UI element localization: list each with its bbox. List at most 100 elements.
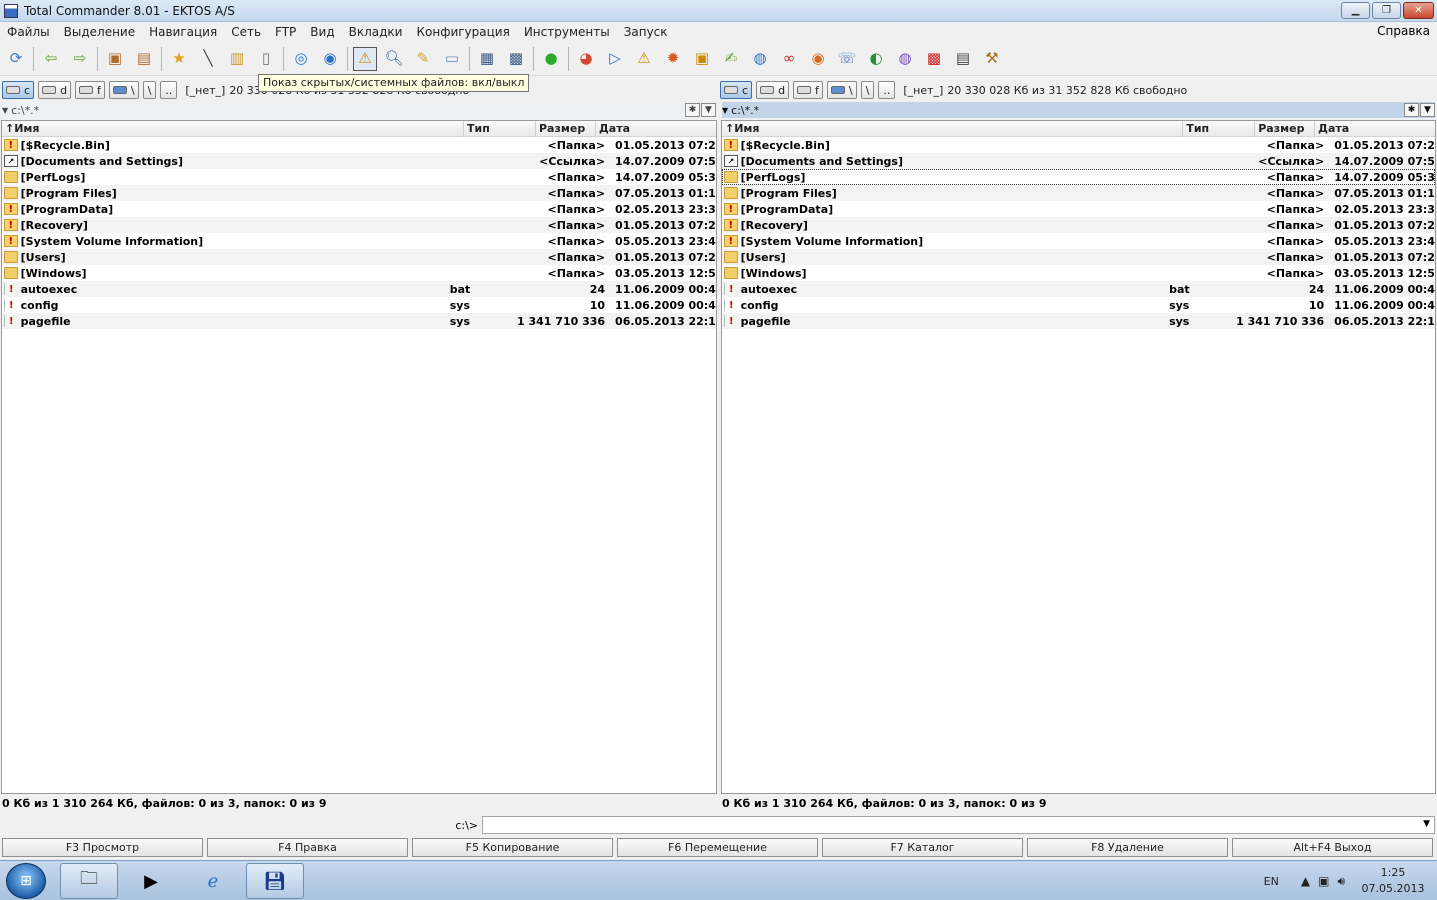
menu-tabs[interactable]: Вкладки [342, 25, 410, 39]
right-col-date[interactable]: Дата [1315, 121, 1435, 137]
right-up-button[interactable]: .. [878, 81, 896, 99]
f8-delete-button[interactable]: F8 Удаление [1027, 838, 1228, 857]
torrent-icon[interactable]: ◐ [864, 47, 888, 71]
f4-edit-button[interactable]: F4 Правка [207, 838, 408, 857]
refresh-icon[interactable]: ⟳ [4, 47, 28, 71]
file-row[interactable]: [PerfLogs] <Папка> 14.07.2009 05:37 [2, 169, 716, 185]
left-hotlist-dropdown-icon[interactable]: ▼ [701, 103, 716, 117]
internet-explorer-taskbar-icon[interactable]: ℯ [184, 863, 242, 899]
left-col-date[interactable]: Дата [596, 121, 716, 137]
left-path-bar[interactable]: ▼ c:\*.* ✱ ▼ [2, 102, 716, 118]
green-circle-icon[interactable]: ● [539, 47, 563, 71]
command-input[interactable]: ▼ [482, 816, 1435, 834]
right-col-name[interactable]: ↑Имя [722, 121, 1184, 137]
file-row[interactable]: [Windows] <Папка> 03.05.2013 12:55 [722, 265, 1435, 281]
show-hidden-icons-icon[interactable]: ▲ [1301, 874, 1310, 888]
file-row[interactable]: ! [Recovery] <Папка> 01.05.2013 07:28 [722, 217, 1435, 233]
notepad-icon[interactable]: ▭ [440, 47, 464, 71]
left-drive-f[interactable]: f [75, 81, 105, 99]
file-row[interactable]: ! [ProgramData] <Папка> 02.05.2013 23:38 [2, 201, 716, 217]
forward-arrow-icon[interactable]: ⇨ [68, 47, 92, 71]
f5-copy-button[interactable]: F5 Копирование [412, 838, 613, 857]
maximize-button[interactable]: ❐ [1372, 2, 1401, 19]
file-row[interactable]: ! [$Recycle.Bin] <Папка> 01.05.2013 07:29 [722, 137, 1435, 153]
total-commander-taskbar-icon[interactable]: 💾︎ [246, 863, 304, 899]
alt-f4-exit-button[interactable]: Alt+F4 Выход [1232, 838, 1433, 857]
volume-icon[interactable]: 🔊︎ [1337, 874, 1345, 889]
f6-move-button[interactable]: F6 Перемещение [617, 838, 818, 857]
close-button[interactable]: ✕ [1403, 2, 1434, 19]
left-col-size[interactable]: Размер [536, 121, 596, 137]
menu-ftp[interactable]: FTP [268, 25, 303, 39]
file-row[interactable]: [Program Files] <Папка> 07.05.2013 01:14 [722, 185, 1435, 201]
right-network-drive[interactable]: \ [826, 81, 857, 99]
browser-globe-icon[interactable]: ◍ [748, 47, 772, 71]
firefox-icon[interactable]: ◉ [806, 47, 830, 71]
right-filter-star-icon[interactable]: ✱ [1404, 103, 1419, 117]
f7-mkdir-button[interactable]: F7 Каталог [822, 838, 1023, 857]
file-row[interactable]: ! [System Volume Information] <Папка> 05.05… [722, 233, 1435, 249]
compare-icon[interactable]: ▥ [225, 47, 249, 71]
search-icon[interactable]: 🔍︎ [382, 47, 406, 71]
ftp-new-connection-icon[interactable]: ◉ [318, 47, 342, 71]
right-col-size[interactable]: Размер [1255, 121, 1316, 137]
file-row[interactable]: [Program Files] <Папка> 07.05.2013 01:14 [2, 185, 716, 201]
network-link-icon[interactable]: ∞ [777, 47, 801, 71]
left-file-panel[interactable]: ↑Имя Тип Размер Дата ! [$Recycle.Bin] <Пап… [1, 120, 717, 794]
caution-icon[interactable]: ⚠ [632, 47, 656, 71]
right-hotlist-dropdown-icon[interactable]: ▼ [1420, 103, 1435, 117]
right-history-dropdown-icon[interactable]: ▼ [722, 106, 728, 115]
right-col-type[interactable]: Тип [1183, 121, 1256, 137]
menu-launch[interactable]: Запуск [617, 25, 675, 39]
right-root-button[interactable]: \ [860, 81, 875, 99]
aida64-icon[interactable]: ▩ [922, 47, 946, 71]
media-disc-icon[interactable]: ◍ [893, 47, 917, 71]
file-row[interactable]: ! autoexec bat 24 11.06.2009 00:42 [722, 281, 1435, 297]
right-drive-f[interactable]: f [793, 81, 823, 99]
language-indicator[interactable]: EN [1264, 875, 1279, 888]
file-row[interactable]: [Windows] <Папка> 03.05.2013 12:55 [2, 265, 716, 281]
pdf-icon[interactable]: ▣ [690, 47, 714, 71]
thumbnails-icon[interactable]: ▦ [475, 47, 499, 71]
right-drive-d[interactable]: d [756, 81, 790, 99]
clipboard-icon[interactable]: ▯ [254, 47, 278, 71]
explorer-taskbar-icon[interactable]: 🗀︎ [60, 863, 118, 899]
command-history-dropdown-icon[interactable]: ▼ [1423, 819, 1430, 829]
favorites-star-icon[interactable]: ★ [167, 47, 191, 71]
clock[interactable]: 1:25 07.05.2013 [1353, 865, 1433, 897]
menu-files[interactable]: Файлы [0, 25, 57, 39]
edit-document-icon[interactable]: ✍ [719, 47, 743, 71]
left-root-button[interactable]: \ [142, 81, 157, 99]
left-col-type[interactable]: Тип [464, 121, 536, 137]
left-network-drive[interactable]: \ [108, 81, 139, 99]
file-row[interactable]: ! [ProgramData] <Папка> 02.05.2013 23:38 [722, 201, 1435, 217]
play-icon[interactable]: ▷ [603, 47, 627, 71]
left-up-button[interactable]: .. [160, 81, 178, 99]
f3-view-button[interactable]: F3 Просмотр [2, 838, 203, 857]
file-row[interactable]: ! config sys 10 11.06.2009 00:42 [2, 297, 716, 313]
file-row[interactable]: ! config sys 10 11.06.2009 00:42 [722, 297, 1435, 313]
left-col-name[interactable]: ↑Имя [2, 121, 464, 137]
left-drive-d[interactable]: d [38, 81, 72, 99]
chat-icon[interactable]: ☏ [835, 47, 859, 71]
wand-icon[interactable]: ╲ [196, 47, 220, 71]
tools-hammer-icon[interactable]: ⚒ [980, 47, 1004, 71]
unpack-icon[interactable]: ▤ [132, 47, 156, 71]
file-row[interactable]: ! pagefile sys 1 341 710 336 06.05.2013 22:1… [722, 313, 1435, 329]
right-path-bar[interactable]: ▼ c:\*.* ✱ ▼ [722, 102, 1435, 118]
right-drive-c[interactable]: c [720, 81, 753, 99]
file-row[interactable]: [Users] <Папка> 01.05.2013 07:28 [2, 249, 716, 265]
menu-selection[interactable]: Выделение [57, 25, 142, 39]
back-arrow-icon[interactable]: ⇦ [39, 47, 63, 71]
menu-help[interactable]: Справка [1377, 24, 1430, 38]
left-drive-c[interactable]: c [2, 81, 35, 99]
chrome-icon[interactable]: ◕ [574, 47, 598, 71]
file-row[interactable]: [Users] <Папка> 01.05.2013 07:28 [722, 249, 1435, 265]
rename-icon[interactable]: ✎ [411, 47, 435, 71]
menu-navigation[interactable]: Навигация [142, 25, 224, 39]
file-row[interactable]: ! pagefile sys 1 341 710 336 06.05.2013 22:1… [2, 313, 716, 329]
left-filter-star-icon[interactable]: ✱ [685, 103, 700, 117]
pack-icon[interactable]: ▣ [103, 47, 127, 71]
start-button[interactable]: ⊞ [6, 863, 46, 899]
hidden-files-toggle-icon[interactable]: ⚠ [353, 46, 377, 71]
